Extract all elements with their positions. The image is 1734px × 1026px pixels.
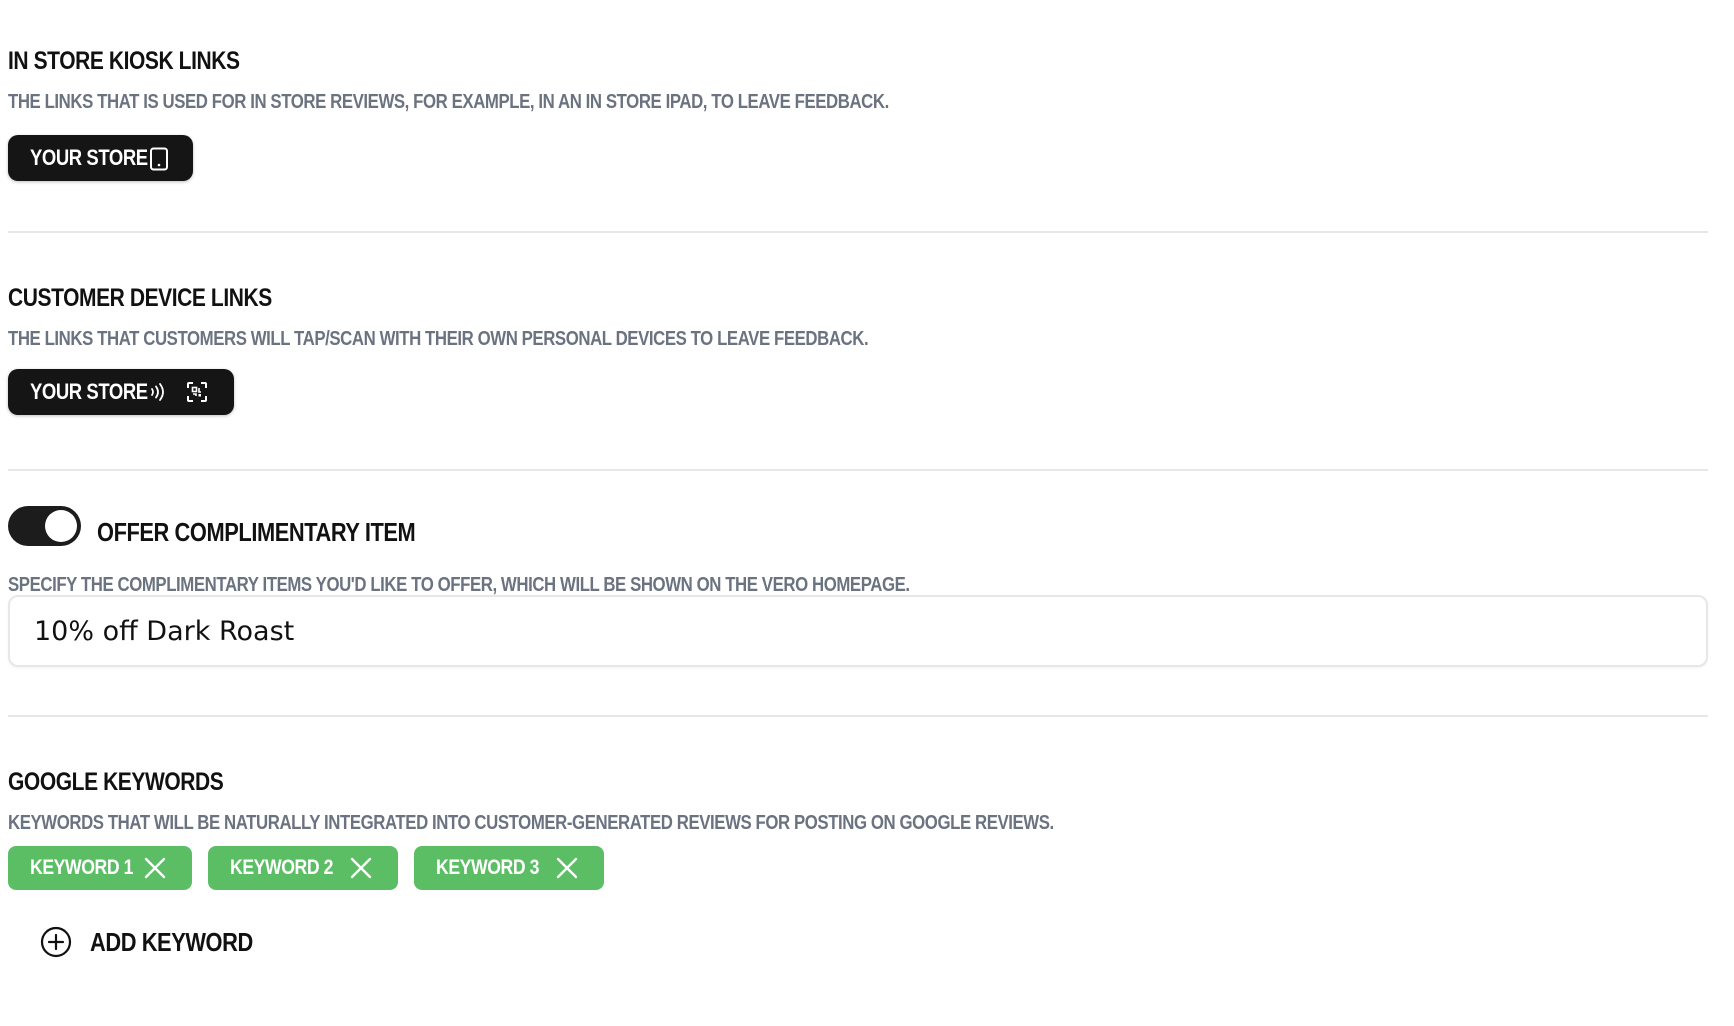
keyword-chip: KEYWORD 3 xyxy=(414,846,604,890)
section-divider xyxy=(8,715,1708,717)
keyword-chip: KEYWORD 1 xyxy=(8,846,192,890)
close-icon[interactable] xyxy=(144,857,166,884)
plus-circle-icon xyxy=(40,926,72,958)
complimentary-title: OFFER COMPLIMENTARY ITEM xyxy=(97,517,416,547)
customer-store-button-label: YOUR STORE xyxy=(30,379,148,404)
kiosk-links-description: THE LINKS THAT IS USED FOR IN STORE REVI… xyxy=(8,91,889,113)
nfc-icon xyxy=(148,381,170,403)
close-icon[interactable] xyxy=(350,857,372,884)
keyword-chip: KEYWORD 2 xyxy=(208,846,398,890)
keyword-chip-label: KEYWORD 3 xyxy=(436,856,540,879)
customer-store-button[interactable]: YOUR STORE xyxy=(8,369,234,415)
settings-page: IN STORE KIOSK LINKS THE LINKS THAT IS U… xyxy=(0,0,1734,1026)
complimentary-description: SPECIFY THE COMPLIMENTARY ITEMS YOU'D LI… xyxy=(8,574,910,596)
kiosk-store-button[interactable]: YOUR STORE xyxy=(8,135,193,181)
complimentary-item-input[interactable] xyxy=(8,595,1708,667)
section-divider xyxy=(8,231,1708,233)
close-icon[interactable] xyxy=(556,857,578,884)
kiosk-store-button-label: YOUR STORE xyxy=(30,145,148,170)
keyword-chip-label: KEYWORD 1 xyxy=(30,856,134,879)
toggle-knob xyxy=(45,510,77,542)
kiosk-links-title: IN STORE KIOSK LINKS xyxy=(8,47,240,75)
customer-device-links-title: CUSTOMER DEVICE LINKS xyxy=(8,284,272,312)
google-keywords-description: KEYWORDS THAT WILL BE NATURALLY INTEGRAT… xyxy=(8,812,1054,834)
customer-device-links-description: THE LINKS THAT CUSTOMERS WILL TAP/SCAN W… xyxy=(8,328,869,350)
add-keyword-label: ADD KEYWORD xyxy=(90,926,253,957)
qr-scan-icon xyxy=(186,381,208,403)
google-keywords-title: GOOGLE KEYWORDS xyxy=(8,768,224,796)
tablet-icon xyxy=(148,147,170,171)
keyword-chip-label: KEYWORD 2 xyxy=(230,856,334,879)
add-keyword-button[interactable]: ADD KEYWORD xyxy=(40,925,284,959)
complimentary-toggle[interactable] xyxy=(8,506,81,546)
section-divider xyxy=(8,469,1708,471)
